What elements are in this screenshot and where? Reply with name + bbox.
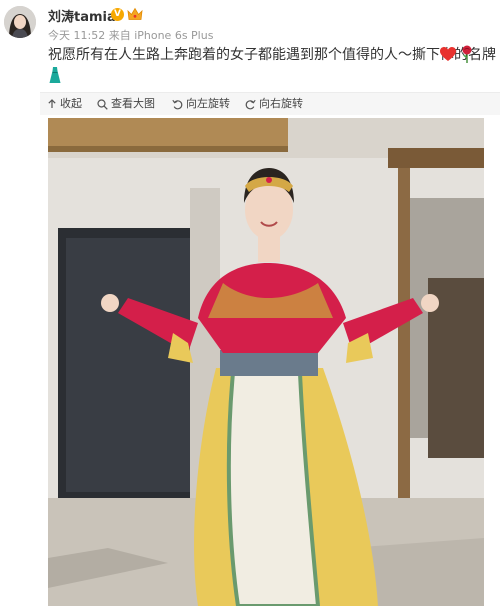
rotate-right-button[interactable]: 向右旋转 [245, 93, 303, 115]
heart-emoji-icon [440, 47, 456, 61]
collapse-label: 收起 [60, 97, 82, 110]
rotate-left-label: 向左旋转 [186, 97, 230, 110]
collapse-button[interactable]: 收起 [47, 93, 82, 115]
username[interactable]: 刘涛tamia [48, 6, 116, 25]
magnifier-icon [97, 98, 108, 110]
rotate-right-label: 向右旋转 [259, 97, 303, 110]
collapse-arrow-icon [48, 99, 56, 108]
vip-crown-icon [127, 7, 143, 20]
verified-badge-icon: V [111, 8, 124, 21]
rotate-left-button[interactable]: 向左旋转 [172, 93, 230, 115]
image-toolbar: 收起 查看大图 向左旋转 向右旋转 [40, 92, 500, 115]
rotate-left-icon [172, 99, 183, 109]
avatar-image [4, 6, 36, 38]
post-text: 祝愿所有在人生路上奔跑着的女子都能遇到那个值得的人～撕下你的名牌 [48, 47, 496, 63]
post-meta: 今天 11:52 来自 iPhone 6s Plus [48, 29, 214, 42]
rotate-right-icon [245, 99, 256, 109]
rose-emoji-icon [462, 45, 472, 63]
view-large-button[interactable]: 查看大图 [97, 93, 155, 115]
avatar[interactable] [4, 6, 36, 38]
post-photo[interactable] [48, 118, 484, 606]
view-large-label: 查看大图 [111, 97, 155, 110]
photo-image [48, 118, 484, 606]
weibo-post: 刘涛tamia V 今天 11:52 来自 iPhone 6s Plus 祝愿所… [0, 0, 500, 606]
dress-emoji-icon [49, 67, 61, 83]
